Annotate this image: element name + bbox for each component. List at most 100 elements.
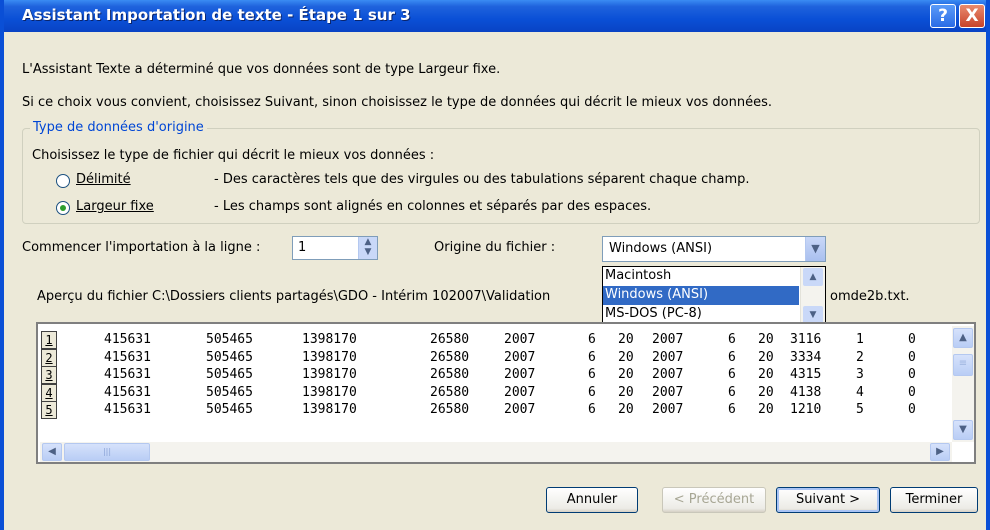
chevron-down-icon[interactable]: ▼: [805, 237, 825, 261]
preview-cell: 26580: [430, 367, 470, 382]
preview-cell: 505465: [206, 384, 253, 400]
preview-cell: 20: [758, 367, 774, 382]
origin-type-legend: Type de données d'origine: [30, 120, 207, 135]
preview-cell: 26580: [430, 349, 470, 365]
fixed-width-description: - Les champs sont alignés en colonnes et…: [214, 199, 652, 214]
title-bar: Assistant Importation de texte - Étape 1…: [4, 0, 986, 32]
start-row-spinner[interactable]: ▲ ▼: [358, 237, 377, 259]
preview-cell: 1210: [790, 402, 822, 417]
preview-cell: 415631: [104, 332, 151, 347]
preview-vertical-scrollbar[interactable]: ▲ ≡ ▼: [952, 326, 974, 442]
preview-cell: 6: [728, 402, 736, 417]
scroll-up-icon[interactable]: ▲: [803, 268, 823, 286]
preview-cell: 6: [728, 384, 736, 400]
preview-cell: 3: [856, 367, 864, 382]
spin-down-icon[interactable]: ▼: [359, 247, 377, 257]
file-origin-label: Origine du fichier :: [434, 240, 556, 255]
preview-cell: 20: [758, 384, 774, 400]
dropdown-option-windows-ansi[interactable]: Windows (ANSI): [603, 286, 799, 305]
fixed-width-label[interactable]: Largeur fixe: [76, 199, 154, 214]
preview-cell: 1398170: [302, 349, 357, 365]
cancel-button[interactable]: Annuler: [546, 487, 638, 513]
preview-cell: 20: [758, 402, 774, 417]
preview-cell: 4138: [790, 384, 822, 400]
preview-cell: 0: [908, 332, 916, 347]
preview-cell: 2007: [504, 384, 536, 400]
preview-cell: 2: [856, 349, 864, 365]
scroll-down-icon[interactable]: ▼: [953, 420, 973, 440]
preview-cell: 6: [728, 349, 736, 365]
preview-cell: 1: [856, 332, 864, 347]
intro-detected-type: L'Assistant Texte a déterminé que vos do…: [22, 62, 501, 77]
scroll-left-icon[interactable]: ◀: [42, 443, 62, 461]
origin-type-prompt: Choisissez le type de fichier qui décrit…: [32, 148, 435, 163]
preview-cell: 6: [588, 384, 596, 400]
preview-cell: 20: [618, 367, 634, 382]
row-number: 1: [41, 331, 57, 349]
preview-cell: 1398170: [302, 332, 357, 347]
scroll-right-icon[interactable]: ▶: [930, 443, 950, 461]
file-preview[interactable]: 1 415631 505465 1398170 26580 2007 6 20 2007 6 20 3…: [36, 322, 976, 464]
next-button[interactable]: Suivant >: [776, 487, 880, 513]
scroll-thumb[interactable]: ≡: [953, 354, 973, 376]
previous-button[interactable]: < Précédent: [662, 487, 766, 513]
intro-instructions: Si ce choix vous convient, choisissez Su…: [22, 95, 772, 110]
preview-cell: 26580: [430, 384, 470, 400]
preview-cell: 6: [588, 332, 596, 347]
preview-cell: 6: [588, 349, 596, 365]
preview-label-end: omde2b.txt.: [830, 289, 910, 304]
preview-cell: 2007: [652, 384, 684, 400]
import-wizard-window: Assistant Importation de texte - Étape 1…: [0, 0, 990, 530]
preview-cell: 1398170: [302, 384, 357, 400]
finish-button[interactable]: Terminer: [890, 487, 978, 513]
preview-cell: 2007: [652, 402, 684, 417]
fixed-width-radio[interactable]: [56, 201, 70, 215]
preview-cell: 2007: [504, 402, 536, 417]
preview-cell: 20: [618, 402, 634, 417]
preview-cell: 20: [618, 349, 634, 365]
preview-horizontal-scrollbar[interactable]: ◀ ||| ▶: [40, 442, 952, 462]
preview-cell: 505465: [206, 332, 253, 347]
delimited-description: - Des caractères tels que des virgules o…: [214, 172, 750, 187]
preview-cell: 6: [728, 332, 736, 347]
close-button[interactable]: X: [959, 4, 985, 28]
delimited-label[interactable]: Délimité: [76, 172, 131, 187]
help-button[interactable]: ?: [930, 4, 956, 28]
preview-cell: 415631: [104, 367, 151, 382]
window-title: Assistant Importation de texte - Étape 1…: [22, 6, 411, 24]
file-origin-select[interactable]: Windows (ANSI): [602, 236, 826, 262]
preview-cell: 20: [758, 332, 774, 347]
preview-cell: 4315: [790, 367, 822, 382]
preview-label: Aperçu du fichier C:\Dossiers clients pa…: [37, 289, 551, 304]
preview-cell: 0: [908, 402, 916, 417]
scroll-thumb[interactable]: |||: [64, 443, 150, 461]
preview-cell: 415631: [104, 384, 151, 400]
preview-cell: 20: [758, 349, 774, 365]
preview-cell: 26580: [430, 402, 470, 417]
preview-cell: 0: [908, 349, 916, 365]
preview-cell: 2007: [504, 332, 536, 347]
dropdown-option-macintosh[interactable]: Macintosh: [603, 267, 799, 286]
row-number: 3: [41, 366, 57, 384]
dropdown-scrollbar[interactable]: ▲ ▼: [800, 267, 825, 325]
preview-cell: 20: [618, 384, 634, 400]
preview-cell: 2007: [504, 349, 536, 365]
scroll-up-icon[interactable]: ▲: [953, 328, 973, 348]
preview-cell: 5: [856, 402, 864, 417]
preview-cell: 0: [908, 384, 916, 400]
row-number: 5: [41, 401, 57, 419]
preview-cell: 2007: [652, 349, 684, 365]
preview-cell: 6: [728, 367, 736, 382]
preview-cell: 1398170: [302, 367, 357, 382]
preview-cell: 26580: [430, 332, 470, 347]
preview-cell: 6: [588, 402, 596, 417]
preview-cell: 505465: [206, 349, 253, 365]
start-row-label: Commencer l'importation à la ligne :: [22, 240, 261, 255]
spin-up-icon[interactable]: ▲: [359, 237, 377, 247]
preview-cell: 4: [856, 384, 864, 400]
preview-cell: 415631: [104, 402, 151, 417]
preview-cell: 3334: [790, 349, 822, 365]
preview-cell: 2007: [652, 367, 684, 382]
delimited-radio[interactable]: [56, 174, 70, 188]
row-number: 2: [41, 348, 57, 367]
